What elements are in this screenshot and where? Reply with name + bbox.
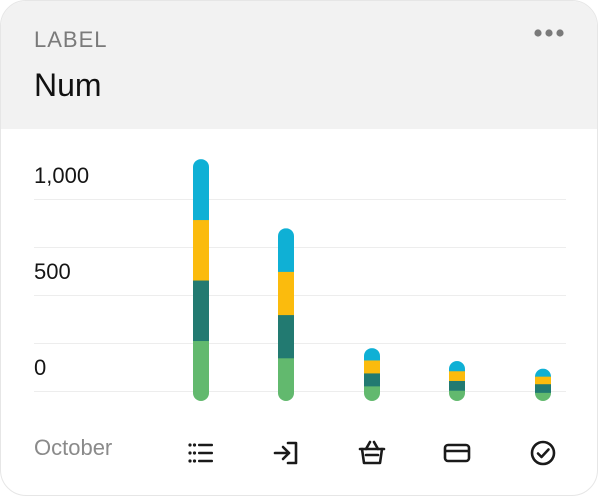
bar-list [193,159,209,401]
more-horizontal-icon [534,29,564,37]
bar-segment [278,271,294,316]
gridline [34,295,566,296]
card-value: Num [34,67,102,103]
stats-card: LABEL Num 1,000 500 0 October [0,0,598,496]
gridline [34,199,566,200]
bar-segment [449,380,465,391]
bar-credit-card [449,361,465,402]
bar-segment [535,368,551,377]
bar-segment [278,357,294,401]
check-circle-button[interactable] [526,436,560,470]
bar-segment [278,314,294,359]
bar-sign-in [278,228,294,401]
bar-basket [364,348,380,401]
gridline [34,247,566,248]
gridline [34,343,566,344]
basket-button[interactable] [355,436,389,470]
bar-segment [193,340,209,401]
credit-card-button[interactable] [440,436,474,470]
bar-segment [449,361,465,372]
bar-segment [364,385,380,401]
card-label: LABEL [34,27,108,52]
credit-card-icon [443,443,471,463]
y-tick-0: 0 [34,355,47,380]
list-icon [188,443,213,463]
card-header: LABEL Num [1,1,597,129]
check-circle-icon [530,440,556,466]
gridline [34,391,566,392]
bar-segment [278,228,294,272]
bar-segment [364,359,380,374]
y-tick-500: 500 [34,259,71,284]
list-button[interactable] [184,436,218,470]
bar-segment [364,372,380,387]
bar-segment [364,348,380,361]
basket-icon [358,440,386,465]
y-tick-1000: 1,000 [34,163,90,188]
more-button[interactable] [527,19,571,47]
bar-check-circle [535,368,551,402]
sign-in-icon [273,441,298,465]
x-axis-label: October [34,435,113,460]
bar-segment [535,392,551,402]
bar-segment [193,159,209,221]
sign-in-button[interactable] [269,436,303,470]
bar-segment [193,280,209,342]
bar-segment [449,370,465,381]
bar-segment [193,219,209,281]
bar-segment [535,376,551,385]
